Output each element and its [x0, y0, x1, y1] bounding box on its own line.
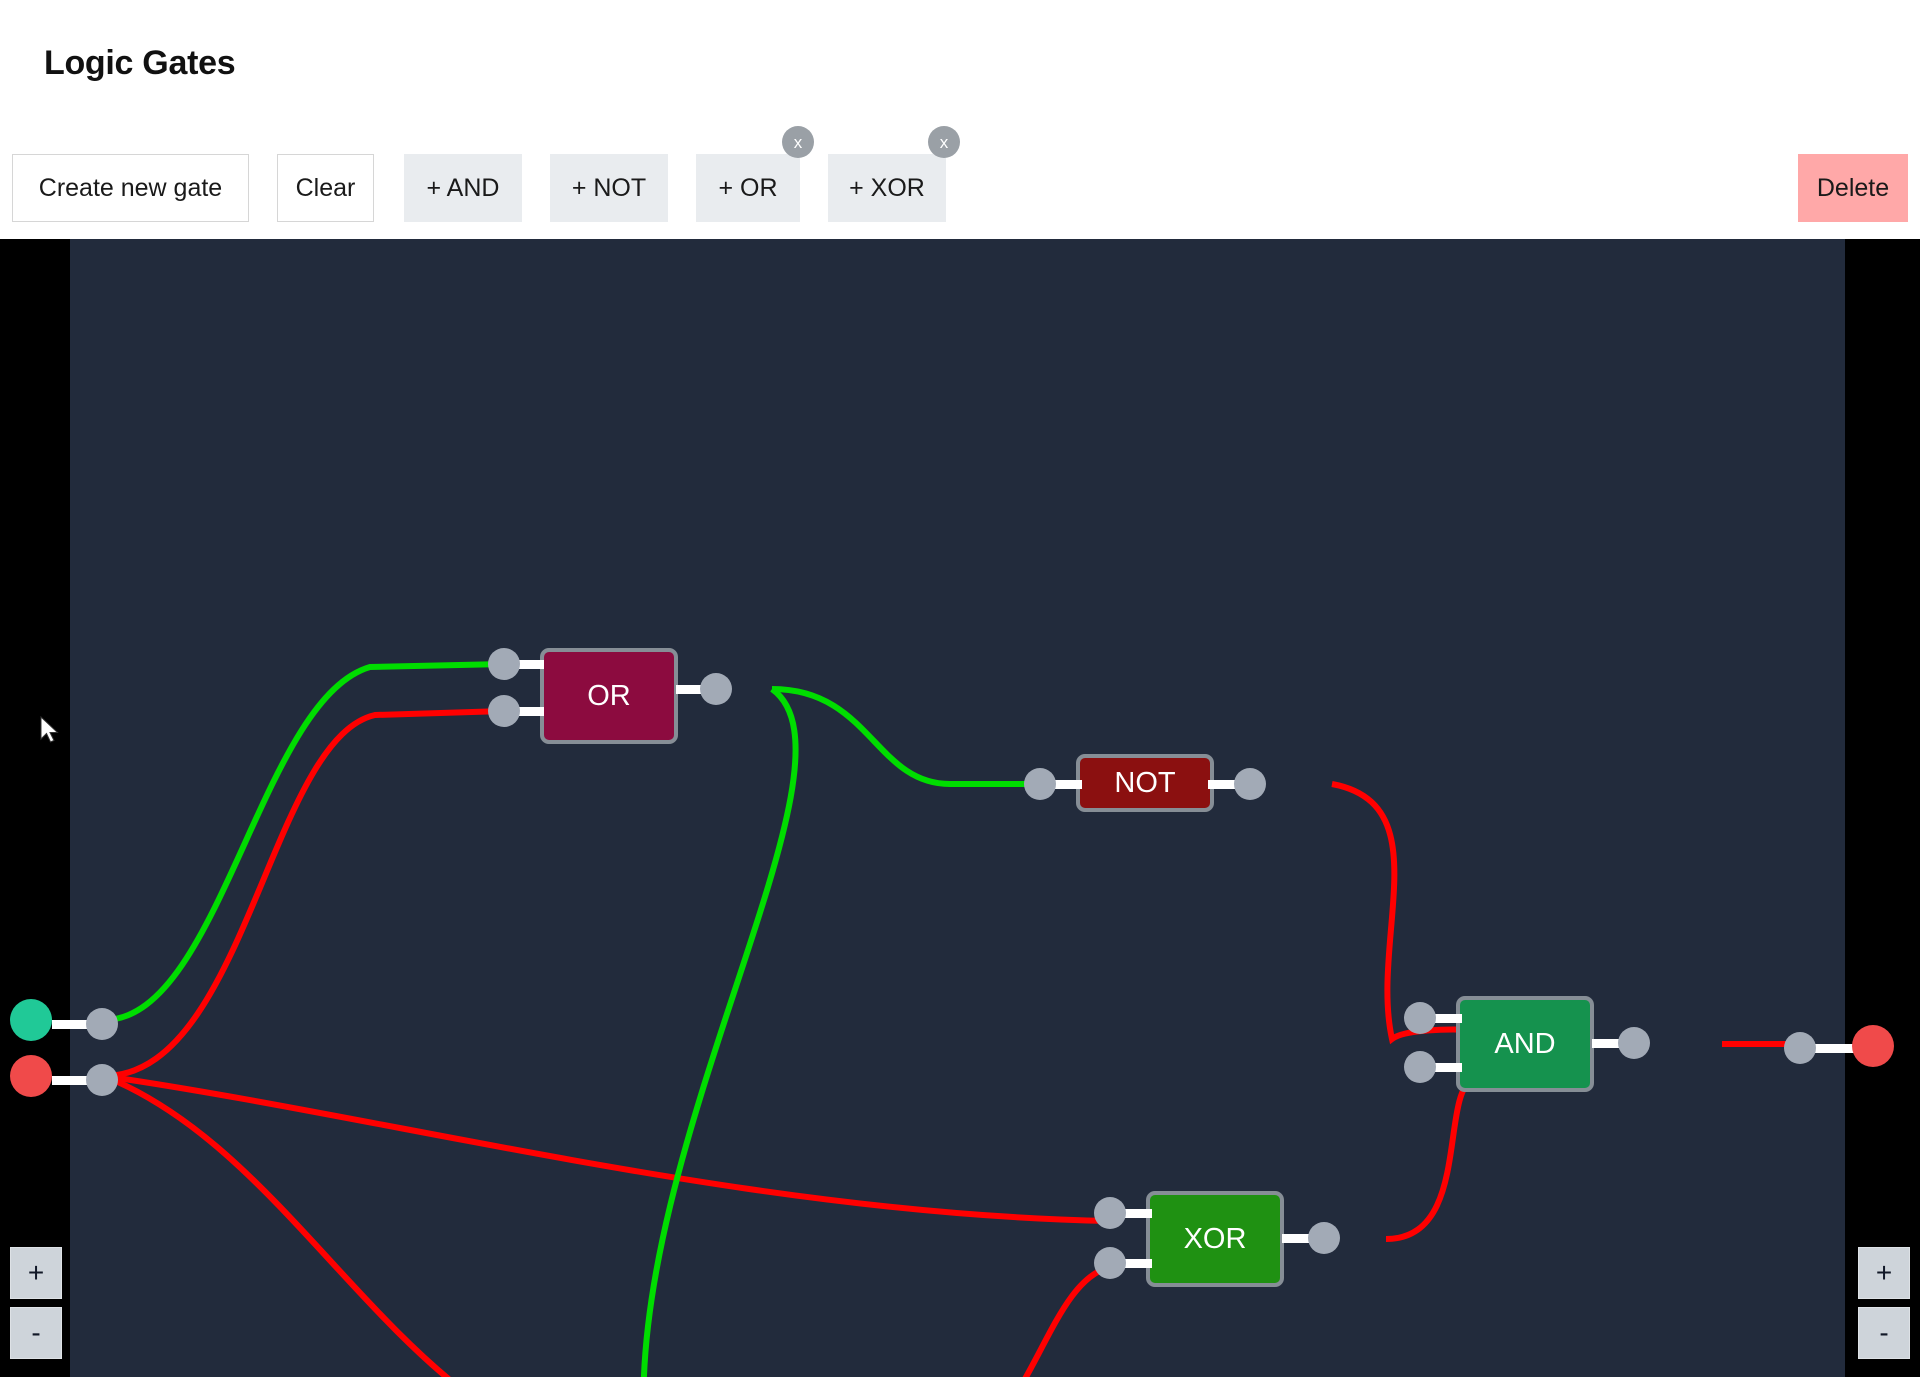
xor1-input-port-0[interactable]: [1094, 1197, 1126, 1229]
add-not-gate-button[interactable]: + NOT: [550, 154, 668, 222]
and1-input-port-0[interactable]: [1404, 1002, 1436, 1034]
zoom-in-button-left[interactable]: +: [10, 1247, 62, 1299]
output-q-indicator: [1852, 1025, 1894, 1067]
gate-chip-and: + AND: [404, 154, 522, 222]
not1-input-port-0[interactable]: [1024, 768, 1056, 800]
xor1-output-port[interactable]: [1308, 1222, 1340, 1254]
wire-input-b-to-xor1-in0: [103, 1073, 1111, 1224]
input-a-port[interactable]: [86, 1008, 118, 1040]
gate-canvas[interactable]: [70, 239, 1845, 1377]
remove-or-gate-icon[interactable]: x: [782, 126, 814, 158]
wire-or1-out-to-not1-in0: [771, 686, 1040, 787]
delete-button[interactable]: Delete: [1798, 154, 1908, 222]
gate-not-label: NOT: [1114, 766, 1176, 799]
gate-chip-xor: + XOR x: [828, 126, 960, 222]
or1-input-port-1[interactable]: [488, 695, 520, 727]
mouse-cursor-icon: [40, 716, 59, 743]
gate-and-right-label: AND: [1494, 1027, 1556, 1060]
gate-and-right[interactable]: AND: [1456, 996, 1594, 1092]
and1-output-port[interactable]: [1618, 1027, 1650, 1059]
add-or-gate-button[interactable]: + OR: [696, 154, 800, 222]
wire-not1-out-to-and1-in0: [1331, 781, 1473, 1045]
and1-input-port-1[interactable]: [1404, 1051, 1436, 1083]
zoom-out-button-right[interactable]: -: [1858, 1307, 1910, 1359]
wire-input-b-to-or1-in1: [103, 708, 505, 1079]
zoom-in-button-right[interactable]: +: [1858, 1247, 1910, 1299]
gate-xor[interactable]: XOR: [1146, 1191, 1284, 1287]
gate-chip-or: + OR x: [696, 126, 814, 222]
create-new-gate-button[interactable]: Create new gate: [12, 154, 249, 222]
page-title: Logic Gates: [44, 44, 236, 82]
editor-stage[interactable]: OR NOT AND XOR + - + -: [0, 239, 1920, 1377]
wire-layer: [102, 661, 1800, 1377]
gate-not[interactable]: NOT: [1076, 754, 1214, 812]
wire-or1-out-to-and2-in0: [641, 686, 799, 1377]
xor1-input-port-1[interactable]: [1094, 1247, 1126, 1279]
toolbar: Create new gate Clear + AND + NOT + OR x…: [0, 126, 1920, 237]
wire-xor1-out-to-and1-in1: [1385, 1076, 1474, 1242]
input-b-toggle[interactable]: [10, 1055, 52, 1097]
gate-or[interactable]: OR: [540, 648, 678, 744]
not1-output-port[interactable]: [1234, 768, 1266, 800]
or1-input-port-0[interactable]: [488, 648, 520, 680]
wire-input-a-to-or1-in0: [103, 661, 505, 1023]
input-a-toggle[interactable]: [10, 999, 52, 1041]
gate-chip-not: + NOT: [550, 154, 668, 222]
add-and-gate-button[interactable]: + AND: [404, 154, 522, 222]
input-b-port[interactable]: [86, 1064, 118, 1096]
remove-xor-gate-icon[interactable]: x: [928, 126, 960, 158]
zoom-controls-right: + -: [1858, 1247, 1910, 1359]
gate-or-label: OR: [587, 679, 631, 712]
clear-button[interactable]: Clear: [277, 154, 374, 222]
gate-xor-label: XOR: [1183, 1222, 1247, 1255]
output-q-port[interactable]: [1784, 1032, 1816, 1064]
logic-gates-app: Logic Gates Create new gate Clear + AND …: [0, 0, 1920, 1377]
wire-and2-out-to-xor1-in1: [1022, 1264, 1111, 1377]
or1-output-port[interactable]: [700, 673, 732, 705]
add-xor-gate-button[interactable]: + XOR: [828, 154, 946, 222]
zoom-controls-left: + -: [10, 1247, 62, 1359]
zoom-out-button-left[interactable]: -: [10, 1307, 62, 1359]
